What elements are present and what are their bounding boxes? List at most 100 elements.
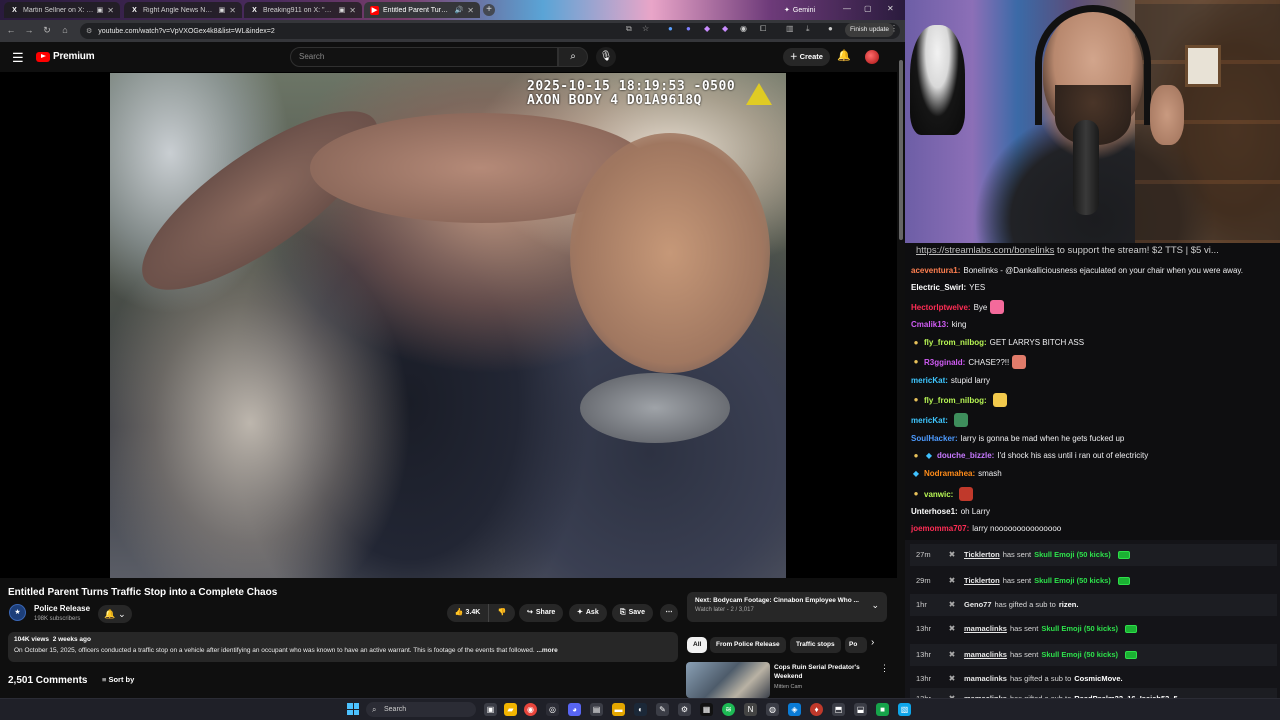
event-row[interactable]: 13hr ✖ mamaclinkshas gifted a sub toReadPs… — [910, 688, 1277, 698]
account-avatar[interactable] — [865, 50, 879, 64]
obs-icon[interactable]: ◎ — [546, 703, 559, 716]
chat-username[interactable]: SoulHacker: — [911, 433, 958, 444]
side-panel-icon[interactable]: ▥ — [786, 24, 794, 33]
event-row[interactable]: 13hr ✖ mamaclinks has sent Skull Emoji (50 k… — [910, 644, 1277, 666]
app-icon[interactable]: ⬓ — [854, 703, 867, 716]
chip-from-police-release[interactable]: From Police Release — [710, 637, 786, 653]
event-user[interactable]: Geno77 — [964, 594, 992, 616]
extension-icon[interactable]: ◆ — [704, 24, 710, 33]
playlist-next-card[interactable]: Next: Bodycam Footage: Cinnabon Employee… — [687, 592, 887, 622]
event-user[interactable]: mamaclinks — [964, 618, 1007, 640]
extension-icon[interactable]: ◆ — [722, 24, 728, 33]
chat-username[interactable]: Electric_Swirl: — [911, 282, 966, 293]
minimize-icon[interactable]: — — [843, 4, 851, 13]
finish-update-button[interactable]: Finish update — [845, 23, 895, 37]
recommended-title[interactable]: Cops Ruin Serial Predator's Weekend — [774, 663, 874, 681]
voice-search-button[interactable]: 🎙 — [596, 47, 616, 67]
share-button[interactable]: ↪ Share — [519, 604, 564, 622]
windows-start-icon[interactable] — [347, 703, 359, 715]
close-tab-icon[interactable]: ✕ — [107, 6, 114, 15]
chat-username[interactable]: fly_from_nilbog: — [924, 337, 987, 348]
chat-username[interactable]: mericKat: — [911, 415, 948, 426]
speaker-icon[interactable]: 🔊 — [455, 6, 464, 14]
channel-avatar[interactable]: ★ — [9, 604, 26, 621]
file-explorer-icon[interactable]: ▰ — [504, 703, 517, 716]
event-user[interactable]: mamaclinks — [964, 644, 1007, 666]
create-button[interactable]: ＋ Create — [783, 48, 830, 66]
chat-username[interactable]: R3gginald: — [924, 357, 965, 368]
extension-icon[interactable]: ● — [686, 24, 691, 33]
event-row[interactable]: 29m ✖ Ticklerton has sent Skull Emoji (50 ki… — [910, 570, 1277, 592]
tab-right-angle[interactable]: X Right Angle News Network ▣ ✕ — [124, 2, 242, 18]
task-view-icon[interactable]: ▣ — [484, 703, 497, 716]
chat-username[interactable]: douche_bizzle: — [937, 450, 994, 461]
app-icon[interactable]: ■ — [876, 703, 889, 716]
save-button[interactable]: ⎘ Save — [612, 604, 653, 622]
browser-menu-icon[interactable]: ⋮ — [890, 24, 898, 33]
notifications-bell-icon[interactable]: 🔔 — [837, 49, 851, 62]
extensions-puzzle-icon[interactable]: ⧠ — [760, 24, 766, 34]
cast-icon[interactable]: ⧉ — [626, 24, 632, 34]
event-row[interactable]: 13hr ✖ mamaclinks has gifted a sub to Cosmic… — [910, 668, 1277, 690]
app-icon[interactable]: ▧ — [898, 703, 911, 716]
maximize-icon[interactable]: ▢ — [864, 4, 872, 13]
hamburger-menu-icon[interactable]: ☰ — [12, 50, 24, 66]
close-tab-icon[interactable]: ✕ — [349, 6, 356, 15]
folder-icon[interactable]: ▬ — [612, 703, 625, 716]
extension-icon[interactable]: ● — [668, 24, 673, 33]
bodycam-video-frame[interactable]: 2025-10-15 18:19:53 -0500 AXON BODY 4 D0… — [110, 73, 786, 578]
chat-username[interactable]: Nodramahea: — [924, 468, 975, 479]
discord-icon[interactable]: ◕ — [568, 703, 581, 716]
chat-username[interactable]: Hectorlptwelve: — [911, 302, 971, 313]
star-icon[interactable]: ☆ — [642, 24, 649, 33]
site-info-icon[interactable]: ⚙ — [86, 27, 92, 35]
spotify-icon[interactable]: ≋ — [722, 703, 735, 716]
event-row[interactable]: 1hr ✖ Geno77 has gifted a sub to rizen. — [910, 594, 1277, 616]
reload-icon[interactable]: ↻ — [38, 25, 56, 36]
download-icon[interactable]: ⤓ — [806, 24, 810, 34]
event-user[interactable]: Ticklerton — [964, 570, 1000, 592]
recommended-thumbnail[interactable] — [686, 662, 770, 698]
chat-username[interactable]: joemomma707: — [911, 523, 969, 534]
chat-username[interactable]: fly_from_nilbog: — [924, 395, 987, 406]
sort-comments-button[interactable]: ≡ Sort by — [102, 675, 134, 684]
close-tab-icon[interactable]: ✕ — [467, 6, 474, 15]
chat-username[interactable]: Unterhose1: — [911, 506, 958, 517]
chevron-right-icon[interactable]: › — [871, 637, 874, 648]
chat-username[interactable]: mericKat: — [911, 375, 948, 386]
steam-icon[interactable]: ◐ — [634, 703, 647, 716]
event-user[interactable]: Tickler­ton — [964, 544, 1000, 566]
url-field[interactable]: ⚙ youtube.com/watch?v=VpVXOGex4k8&list=W… — [80, 23, 900, 39]
chip-traffic-stops[interactable]: Traffic stops — [790, 637, 841, 653]
youtube-logo[interactable]: Premium — [36, 51, 95, 62]
event-row[interactable]: 27m ✖ Tickler­ton has sent Skull Emoji (50 k… — [910, 544, 1277, 566]
app-icon[interactable]: ▦ — [700, 703, 713, 716]
chevron-down-icon[interactable]: ⌄ — [871, 600, 879, 611]
scrollbar-thumb[interactable] — [899, 60, 903, 240]
subscription-notify-button[interactable]: 🔔 ⌄ — [98, 605, 132, 623]
page-scrollbar[interactable] — [897, 42, 905, 698]
chat-username[interactable]: Cmalik13: — [911, 319, 949, 330]
notion-icon[interactable]: N — [744, 703, 757, 716]
app-icon[interactable]: ♦ — [810, 703, 823, 716]
tab-breaking911[interactable]: X Breaking911 on X: "WATCH ▣ ✕ — [244, 2, 362, 18]
chip-partial[interactable]: Po — [845, 637, 867, 653]
chrome-icon[interactable]: ◉ — [524, 703, 537, 716]
tab-youtube-video[interactable]: ▶ Entitled Parent Turns Traffi 🔊 ✕ — [364, 2, 480, 18]
profile-avatar-icon[interactable]: ● — [828, 24, 833, 33]
like-button[interactable]: 👍 3.4K — [447, 604, 490, 622]
new-tab-button[interactable]: + — [483, 4, 495, 16]
gemini-button[interactable]: ✦ Gemini — [784, 4, 815, 16]
back-icon[interactable]: ← — [2, 25, 20, 35]
settings-icon[interactable]: ⚙ — [678, 703, 691, 716]
event-row[interactable]: 13hr ✖ mamaclinks has sent Skull Emoji (50 k… — [910, 618, 1277, 640]
ask-button[interactable]: ✦ Ask — [569, 604, 607, 622]
more-actions-button[interactable]: ⋯ — [660, 604, 678, 622]
close-window-icon[interactable]: ✕ — [887, 4, 894, 13]
dislike-button[interactable]: 👎 — [489, 604, 515, 622]
app-icon[interactable]: ⬒ — [832, 703, 845, 716]
home-icon[interactable]: ⌂ — [56, 25, 74, 35]
app-icon[interactable]: ◍ — [766, 703, 779, 716]
edit-icon[interactable]: ✎ — [656, 703, 669, 716]
description-more-link[interactable]: ...more — [536, 647, 557, 654]
